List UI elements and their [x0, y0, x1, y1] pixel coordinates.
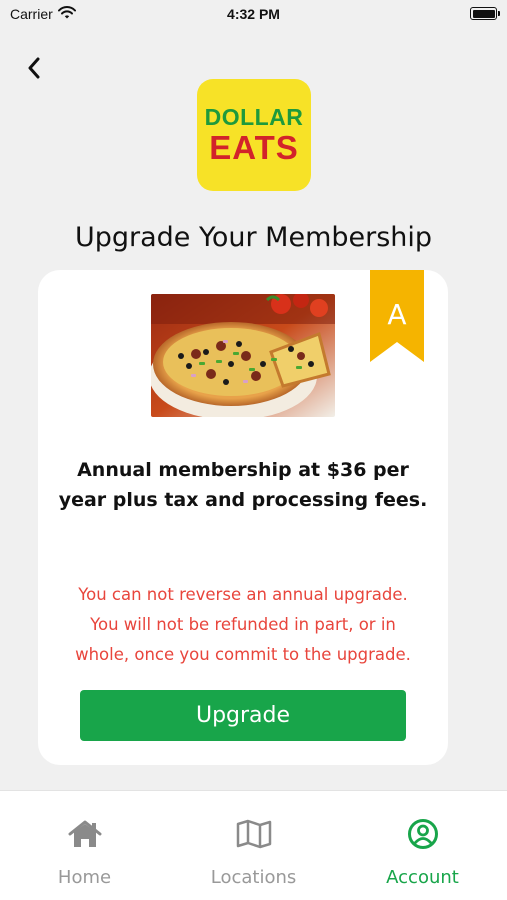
- membership-badge-letter: A: [387, 298, 407, 331]
- warning-line-1: You can not reverse an annual upgrade.: [78, 585, 408, 604]
- tab-home-label: Home: [57, 867, 112, 888]
- tab-bar: Home Locations Account: [0, 790, 507, 900]
- map-icon: [236, 817, 272, 851]
- tab-locations-label: Locations: [210, 867, 297, 888]
- tab-locations[interactable]: Locations: [169, 791, 338, 900]
- warning-line-3: whole, once you commit to the upgrade.: [75, 645, 411, 664]
- upgrade-warning: You can not reverse an annual upgrade. Y…: [58, 580, 428, 670]
- back-button[interactable]: [18, 52, 50, 84]
- tab-account[interactable]: Account: [338, 791, 507, 900]
- upgrade-button[interactable]: Upgrade: [80, 690, 406, 741]
- home-icon: [67, 817, 103, 851]
- warning-line-2: You will not be refunded in part, or in: [90, 615, 396, 634]
- logo-line-1: DOLLAR: [204, 104, 304, 130]
- tab-home[interactable]: Home: [0, 791, 169, 900]
- tab-account-label: Account: [386, 867, 459, 888]
- dollar-eats-logo: DOLLAR EATS: [197, 79, 311, 191]
- membership-description: Annual membership at $36 per year plus t…: [58, 459, 428, 511]
- pizza-image: [151, 294, 335, 417]
- chevron-left-icon: [28, 57, 40, 79]
- status-bar: Carrier 4:32 PM: [0, 0, 507, 30]
- logo-line-2: EATS: [209, 129, 299, 166]
- membership-card: A Annual membership at $36 per year plus…: [38, 270, 448, 765]
- status-time: 4:32 PM: [227, 6, 280, 22]
- page-title: Upgrade Your Membership: [74, 222, 433, 253]
- account-icon: [407, 817, 439, 851]
- battery-icon: [470, 7, 500, 20]
